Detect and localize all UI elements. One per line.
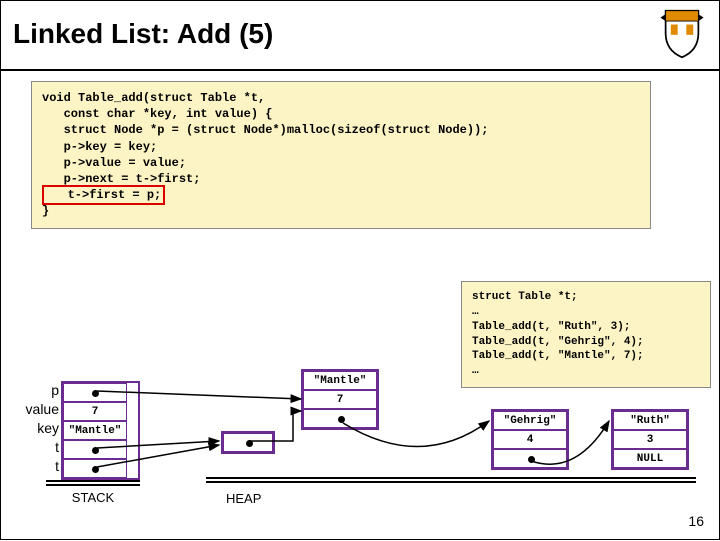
stack-label-p: p (11, 381, 59, 400)
stack-cell-value: 7 (63, 402, 127, 421)
page-number: 16 (688, 513, 704, 529)
stack-cell-key: "Mantle" (63, 421, 127, 440)
heap-caption: HEAP (226, 491, 261, 506)
code-block-function: void Table_add(struct Table *t, const ch… (31, 81, 651, 229)
page-title: Linked List: Add (5) (13, 18, 273, 50)
stack-cell-t-inner (63, 440, 127, 459)
code-block-caller: struct Table *t; … Table_add(t, "Ruth", … (461, 281, 711, 388)
stack-cell-t-outer (63, 459, 127, 478)
heap-node-mantle: "Mantle" 7 (301, 369, 379, 430)
stack-label-value: value (11, 400, 59, 419)
stack-label-key: key (11, 419, 59, 438)
heap-node-gehrig: "Gehrig" 4 (491, 409, 569, 470)
crest-icon (657, 9, 707, 59)
stack-label-t-inner: t (11, 438, 59, 457)
stack-frame: p value key t t 7 "Mantle" STACK (61, 381, 140, 505)
heap-table-box (221, 431, 275, 454)
heap-node-ruth: "Ruth" 3 NULL (611, 409, 689, 470)
stack-cell-p (63, 383, 127, 402)
stack-caption: STACK (46, 490, 140, 505)
stack-label-t-outer: t (11, 457, 59, 476)
heap-underline (206, 477, 696, 483)
highlighted-line: t->first = p; (42, 185, 165, 205)
